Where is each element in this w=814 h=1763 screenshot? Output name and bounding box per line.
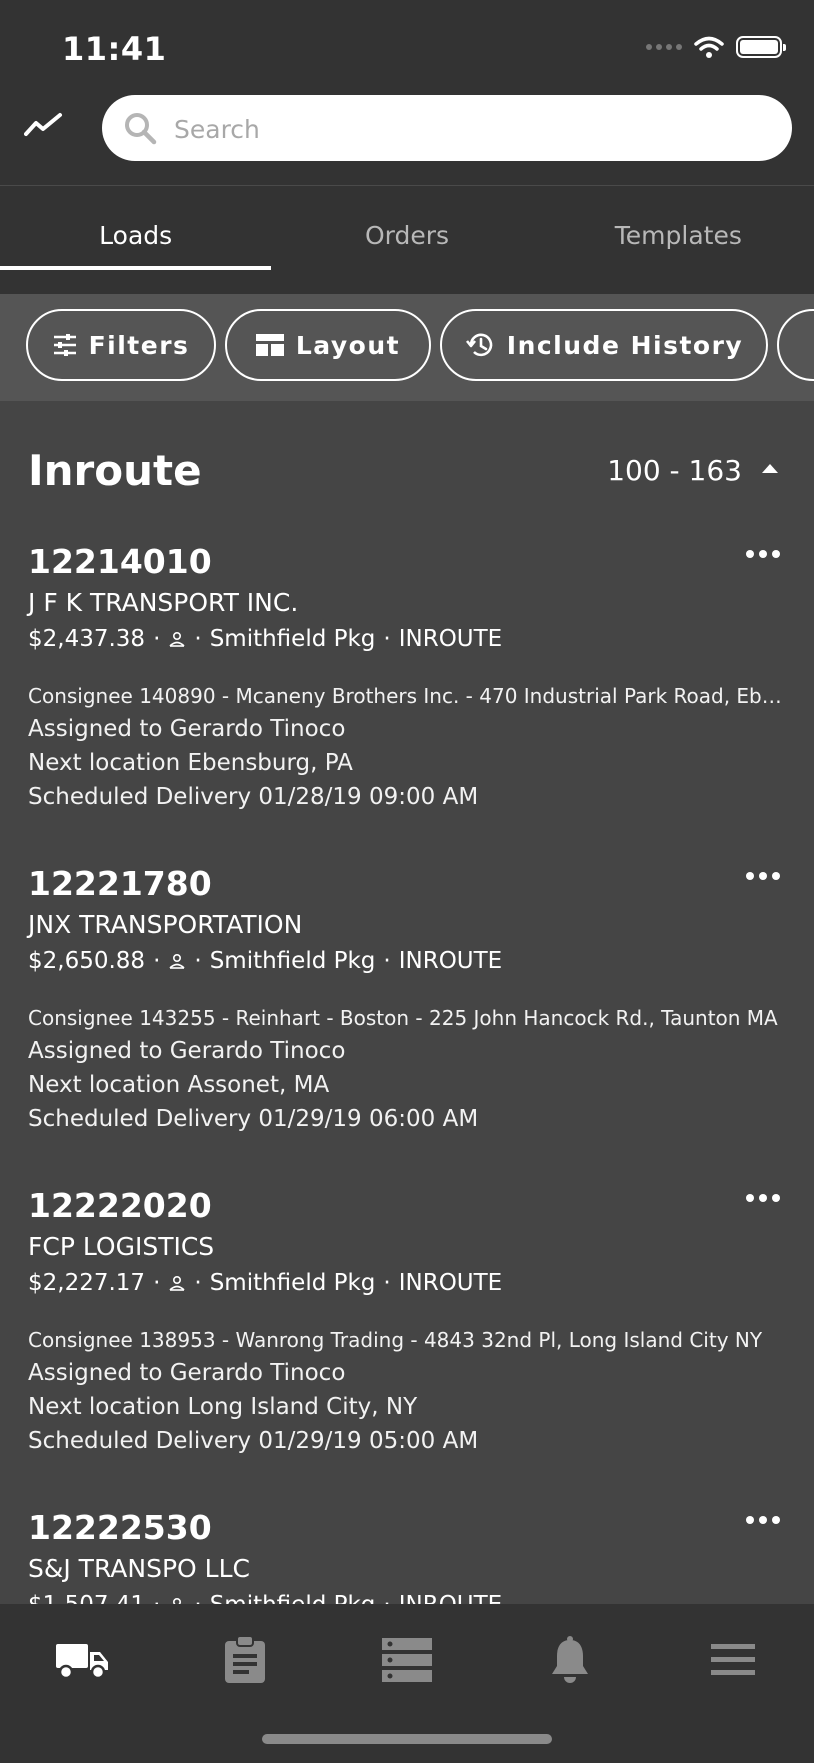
- loads-list: Inroute 100 - 163 12214010 J F K TRANSPO…: [0, 424, 814, 1604]
- trend-chart-icon[interactable]: [24, 112, 64, 138]
- section-range: 100 - 163: [607, 454, 742, 487]
- include-history-button[interactable]: Include History: [440, 309, 768, 381]
- more-options-icon[interactable]: [746, 872, 780, 880]
- server-icon: [382, 1638, 432, 1682]
- consignee-line: Consignee 138953 - Wanrong Trading - 484…: [28, 1328, 763, 1352]
- load-id: 12222530: [28, 1508, 212, 1547]
- nav-templates[interactable]: [367, 1624, 447, 1696]
- load-amount: $2,650.88: [28, 948, 146, 974]
- nav-menu[interactable]: [693, 1624, 773, 1696]
- load-meta: $1,507.41 · · Smithfield Pkg · INROUTE: [28, 1592, 502, 1604]
- collapse-caret-icon[interactable]: [762, 464, 778, 473]
- history-icon: [465, 333, 493, 357]
- search-icon: [125, 113, 157, 145]
- tab-loads[interactable]: Loads: [0, 186, 272, 294]
- load-meta: $2,227.17 · · Smithfield Pkg · INROUTE: [28, 1270, 503, 1296]
- nav-loads[interactable]: [42, 1624, 122, 1696]
- clipboard-icon: [225, 1636, 265, 1683]
- layout-icon: [255, 334, 284, 356]
- more-filter-chip[interactable]: [777, 309, 814, 381]
- filters-button[interactable]: Filters: [26, 309, 216, 381]
- person-icon: [169, 953, 185, 969]
- carrier-name: S&J TRANSPO LLC: [28, 1554, 250, 1583]
- wifi-icon: [694, 36, 724, 58]
- load-status: INROUTE: [398, 948, 503, 974]
- more-options-icon[interactable]: [746, 550, 780, 558]
- load-amount: $2,437.38: [28, 626, 146, 652]
- load-card[interactable]: 12222020 FCP LOGISTICS $2,227.17 · · Smi…: [0, 1186, 814, 1506]
- status-icons: [646, 36, 786, 58]
- person-icon: [169, 1275, 185, 1291]
- section-title: Inroute: [28, 446, 202, 495]
- search-bar[interactable]: [102, 95, 792, 161]
- tab-templates[interactable]: Templates: [543, 186, 814, 294]
- signal-icon: [646, 44, 682, 50]
- load-meta: $2,437.38 · · Smithfield Pkg · INROUTE: [28, 626, 503, 652]
- load-location: Smithfield Pkg: [209, 1270, 376, 1296]
- load-id: 12214010: [28, 542, 212, 581]
- bottom-nav: [0, 1604, 814, 1763]
- bell-icon: [552, 1636, 588, 1683]
- top-header: 11:41: [0, 0, 814, 185]
- load-status: INROUTE: [399, 1592, 503, 1604]
- consignee-line: Consignee 140890 - Mcaneny Brothers Inc.…: [28, 684, 788, 708]
- sliders-icon: [53, 334, 76, 356]
- person-icon: [169, 631, 185, 647]
- battery-icon: [736, 36, 786, 58]
- carrier-name: JNX TRANSPORTATION: [28, 910, 303, 939]
- person-icon: [173, 1598, 182, 1604]
- scheduled-delivery-line: Scheduled Delivery 01/29/19 05:00 AM: [28, 1428, 479, 1454]
- load-card[interactable]: 12221780 JNX TRANSPORTATION $2,650.88 · …: [0, 864, 814, 1184]
- next-location-line: Next location Assonet, MA: [28, 1072, 330, 1098]
- load-location: Smithfield Pkg: [209, 948, 376, 974]
- next-location-line: Next location Ebensburg, PA: [28, 750, 353, 776]
- load-id: 12222020: [28, 1186, 212, 1225]
- truck-icon: [56, 1644, 108, 1680]
- assigned-line: Assigned to Gerardo Tinoco: [28, 1360, 346, 1386]
- next-location-line: Next location Long Island City, NY: [28, 1394, 418, 1420]
- load-card[interactable]: 12214010 J F K TRANSPORT INC. $2,437.38 …: [0, 542, 814, 862]
- assigned-line: Assigned to Gerardo Tinoco: [28, 1038, 346, 1064]
- consignee-line: Consignee 143255 - Reinhart - Boston - 2…: [28, 1006, 778, 1030]
- load-status: INROUTE: [398, 626, 503, 652]
- more-options-icon[interactable]: [746, 1194, 780, 1202]
- layout-button[interactable]: Layout: [225, 309, 431, 381]
- home-indicator[interactable]: [262, 1734, 552, 1744]
- carrier-name: J F K TRANSPORT INC.: [28, 588, 299, 617]
- search-input[interactable]: [172, 109, 766, 149]
- load-location: Smithfield Pkg: [209, 626, 376, 652]
- more-options-icon[interactable]: [746, 1516, 780, 1524]
- scheduled-delivery-line: Scheduled Delivery 01/29/19 06:00 AM: [28, 1106, 479, 1132]
- assigned-line: Assigned to Gerardo Tinoco: [28, 716, 346, 742]
- load-id: 12221780: [28, 864, 212, 903]
- scheduled-delivery-line: Scheduled Delivery 01/28/19 09:00 AM: [28, 784, 479, 810]
- load-status: INROUTE: [398, 1270, 503, 1296]
- load-card[interactable]: 12222530 S&J TRANSPO LLC $1,507.41 · · S…: [0, 1508, 814, 1604]
- load-amount: $2,227.17: [28, 1270, 146, 1296]
- nav-notifications[interactable]: [530, 1624, 610, 1696]
- status-time: 11:41: [62, 30, 167, 68]
- tab-orders[interactable]: Orders: [271, 186, 542, 294]
- load-location: Smithfield Pkg: [210, 1592, 376, 1604]
- menu-icon: [711, 1644, 755, 1675]
- tab-bar: Loads Orders Templates: [0, 186, 814, 294]
- load-meta: $2,650.88 · · Smithfield Pkg · INROUTE: [28, 948, 503, 974]
- nav-orders[interactable]: [205, 1624, 285, 1696]
- carrier-name: FCP LOGISTICS: [28, 1232, 215, 1261]
- filter-chip-bar: Filters Layout Include History: [0, 294, 814, 401]
- load-amount: $1,507.41: [28, 1592, 145, 1604]
